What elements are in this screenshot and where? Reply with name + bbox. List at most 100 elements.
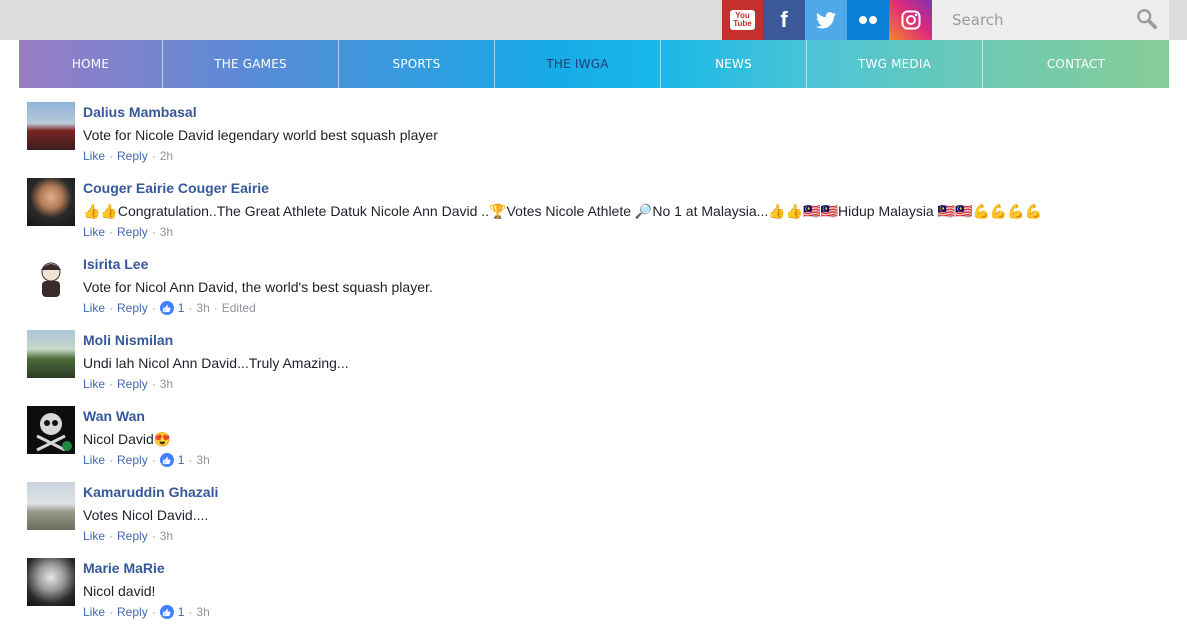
nav-the-iwga[interactable]: THE IWGA	[495, 40, 661, 88]
avatar[interactable]	[27, 482, 75, 530]
avatar[interactable]	[27, 330, 75, 378]
comment-meta: Like · Reply · 3h	[83, 224, 1167, 240]
reply-link[interactable]: Reply	[117, 604, 148, 620]
separator: ·	[109, 529, 114, 543]
reply-link[interactable]: Reply	[117, 376, 148, 392]
comment-meta: Like · Reply · 1 · 3h	[83, 604, 1167, 620]
comment-text: Vote for Nicol Ann David, the world's be…	[83, 279, 433, 295]
comment-item: Moli Nismilan Undi lah Nicol Ann David..…	[27, 328, 1167, 404]
separator: ·	[109, 377, 114, 391]
youtube-link[interactable]: You Tube	[722, 0, 763, 40]
comment-item: Couger Eairie Couger Eairie 👍👍Congratula…	[27, 176, 1167, 252]
like-count[interactable]: 1	[159, 452, 184, 468]
avatar[interactable]	[27, 102, 75, 150]
main-nav: HOME THE GAMES SPORTS THE IWGA NEWS TWG …	[19, 40, 1169, 88]
comment-text: 👍👍Congratulation..The Great Athlete Datu…	[83, 203, 1043, 219]
comment-author[interactable]: Marie MaRie	[83, 560, 165, 577]
reply-link[interactable]: Reply	[117, 148, 148, 164]
instagram-icon	[901, 10, 920, 30]
reply-link[interactable]: Reply	[117, 452, 148, 468]
comment-meta: Like · Reply · 3h	[83, 376, 1167, 392]
twitter-link[interactable]	[805, 0, 847, 40]
nav-news[interactable]: NEWS	[661, 40, 807, 88]
nav-contact[interactable]: CONTACT	[983, 40, 1169, 88]
reply-link[interactable]: Reply	[117, 224, 148, 240]
like-link[interactable]: Like	[83, 376, 105, 392]
separator: ·	[109, 225, 114, 239]
like-link[interactable]: Like	[83, 452, 105, 468]
comment-author[interactable]: Isirita Lee	[83, 256, 148, 273]
comment-text: Undi lah Nicol Ann David...Truly Amazing…	[83, 355, 349, 371]
comment-meta: Like · Reply · 1 · 3h	[83, 452, 1167, 468]
edited-label[interactable]: Edited	[222, 300, 256, 316]
comment-author[interactable]: Moli Nismilan	[83, 332, 173, 349]
comment-item: Isirita Lee Vote for Nicol Ann David, th…	[27, 252, 1167, 328]
separator: ·	[151, 149, 156, 163]
comment-meta: Like · Reply · 1 · 3h · Edited	[83, 300, 1167, 316]
comment-time[interactable]: 2h	[160, 148, 173, 164]
comment-item: Kamaruddin Ghazali Votes Nicol David....…	[27, 480, 1167, 556]
separator: ·	[109, 149, 114, 163]
instagram-link[interactable]	[889, 0, 932, 40]
avatar[interactable]	[27, 558, 75, 606]
search-input[interactable]	[932, 0, 1142, 40]
nav-twg-media[interactable]: TWG MEDIA	[807, 40, 983, 88]
comment-meta: Like · Reply · 2h	[83, 148, 1167, 164]
like-link[interactable]: Like	[83, 604, 105, 620]
flickr-link[interactable]	[847, 0, 889, 40]
comment-time[interactable]: 3h	[196, 300, 209, 316]
comment-author[interactable]: Kamaruddin Ghazali	[83, 484, 218, 501]
search-box	[932, 0, 1169, 40]
youtube-icon: You Tube	[730, 10, 755, 30]
separator: ·	[213, 301, 218, 315]
comment-item: Wan Wan Nicol David😍 Like · Reply · 1 · …	[27, 404, 1167, 480]
thumbs-up-icon	[159, 605, 174, 619]
comment-time[interactable]: 3h	[160, 224, 173, 240]
comment-item: Dalius Mambasal Vote for Nicole David le…	[27, 100, 1167, 176]
reply-link[interactable]: Reply	[117, 300, 148, 316]
comment-author[interactable]: Couger Eairie Couger Eairie	[83, 180, 269, 197]
avatar[interactable]	[27, 178, 75, 226]
nav-sports[interactable]: SPORTS	[339, 40, 495, 88]
separator: ·	[151, 301, 156, 315]
separator: ·	[151, 225, 156, 239]
comment-author[interactable]: Dalius Mambasal	[83, 104, 197, 121]
separator: ·	[109, 605, 114, 619]
search-icon[interactable]	[1136, 8, 1158, 30]
like-count[interactable]: 1	[159, 300, 184, 316]
nav-home[interactable]: HOME	[19, 40, 163, 88]
comment-list: Dalius Mambasal Vote for Nicole David le…	[27, 100, 1167, 632]
reply-link[interactable]: Reply	[117, 528, 148, 544]
comment-time[interactable]: 3h	[196, 452, 209, 468]
cartoon-avatar-icon	[41, 262, 61, 297]
like-link[interactable]: Like	[83, 300, 105, 316]
nav-the-games[interactable]: THE GAMES	[163, 40, 339, 88]
separator: ·	[188, 605, 193, 619]
separator: ·	[188, 453, 193, 467]
thumbs-up-icon	[159, 453, 174, 467]
skull-avatar-icon	[36, 413, 72, 452]
comment-meta: Like · Reply · 3h	[83, 528, 1167, 544]
twitter-icon	[816, 11, 836, 28]
comment-time[interactable]: 3h	[160, 528, 173, 544]
thumbs-up-icon	[159, 301, 174, 315]
comment-author[interactable]: Wan Wan	[83, 408, 145, 425]
comment-time[interactable]: 3h	[196, 604, 209, 620]
facebook-link[interactable]: f	[763, 0, 805, 40]
separator: ·	[188, 301, 193, 315]
like-link[interactable]: Like	[83, 528, 105, 544]
separator: ·	[151, 377, 156, 391]
comment-text: Nicol david!	[83, 583, 156, 599]
facebook-icon: f	[780, 7, 788, 32]
like-count[interactable]: 1	[159, 604, 184, 620]
avatar[interactable]	[27, 254, 75, 302]
comment-text: Votes Nicol David....	[83, 507, 209, 523]
separator: ·	[151, 453, 156, 467]
comment-text: Nicol David😍	[83, 431, 172, 447]
avatar[interactable]	[27, 406, 75, 454]
comment-item: Marie MaRie Nicol david! Like · Reply · …	[27, 556, 1167, 632]
like-link[interactable]: Like	[83, 224, 105, 240]
separator: ·	[151, 529, 156, 543]
comment-time[interactable]: 3h	[160, 376, 173, 392]
like-link[interactable]: Like	[83, 148, 105, 164]
